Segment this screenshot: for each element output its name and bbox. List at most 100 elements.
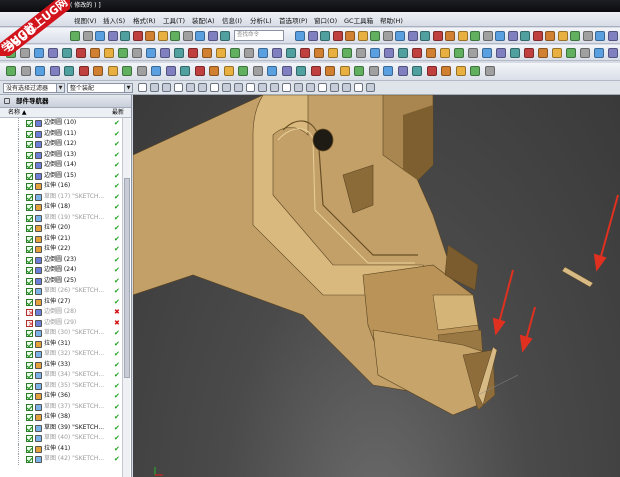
toolbar-button-icon[interactable] [426, 66, 437, 76]
toolbar-button-icon[interactable] [454, 48, 464, 58]
toolbar-button-icon[interactable] [258, 48, 268, 58]
snap-option-icon[interactable] [186, 83, 195, 92]
feature-row[interactable]: 边倒圆 (23) ✔ [0, 254, 122, 265]
feature-row[interactable]: 草图 (34) "SKETCH... ✔ [0, 370, 122, 381]
toolbar-button-icon[interactable] [325, 66, 335, 76]
menu-insert[interactable]: 插入(S) [103, 15, 125, 25]
visibility-checkbox[interactable] [26, 141, 33, 148]
visibility-checkbox[interactable] [26, 330, 33, 337]
toolbar-button-icon[interactable] [76, 48, 86, 58]
feature-row[interactable]: 拉伸 (27) ✔ [0, 296, 122, 307]
feature-row[interactable]: 边倒圆 (25) ✔ [0, 275, 122, 286]
visibility-checkbox[interactable] [26, 351, 33, 358]
menu-gc-toolbox[interactable]: GC工具箱 [344, 15, 373, 25]
toolbar-button-icon[interactable] [507, 31, 518, 41]
snap-option-icon[interactable] [162, 83, 171, 92]
toolbar-button-icon[interactable] [132, 31, 143, 41]
feature-row[interactable]: 草图 (40) "SKETCH... ✔ [0, 433, 122, 444]
visibility-checkbox[interactable] [26, 372, 33, 379]
toolbar-button-icon[interactable] [440, 48, 450, 58]
visibility-checkbox[interactable] [26, 393, 33, 400]
toolbar-button-icon[interactable] [132, 48, 142, 58]
feature-row[interactable]: 草图 (42) "SKETCH... ✔ [0, 454, 122, 465]
visibility-checkbox[interactable] [26, 172, 33, 180]
menu-information[interactable]: 信息(I) [222, 15, 242, 25]
feature-row[interactable]: 边倒圆 (14) ✔ [0, 160, 122, 171]
toolbar-button-icon[interactable] [482, 31, 493, 41]
visibility-checkbox[interactable] [26, 162, 33, 169]
toolbar-button-icon[interactable] [426, 48, 436, 58]
toolbar-button-icon[interactable] [120, 31, 130, 41]
feature-row[interactable]: 草图 (39) "SKETCH... ✔ [0, 422, 122, 433]
toolbar-button-icon[interactable] [495, 31, 505, 41]
toolbar-button-icon[interactable] [6, 66, 16, 76]
menu-help[interactable]: 帮助(H) [380, 15, 403, 25]
toolbar-button-icon[interactable] [272, 48, 282, 58]
toolbar-button-icon[interactable] [136, 66, 147, 76]
visibility-checkbox[interactable] [26, 183, 33, 190]
toolbar-button-icon[interactable] [457, 31, 468, 41]
toolbar-button-icon[interactable] [545, 31, 555, 41]
feature-row[interactable]: 草图 (30) "SKETCH... ✔ [0, 328, 122, 339]
visibility-checkbox[interactable] [26, 256, 33, 264]
toolbar-button-icon[interactable] [307, 31, 318, 41]
toolbar-button-icon[interactable] [356, 48, 366, 58]
visibility-checkbox[interactable] [26, 235, 33, 243]
snap-option-icon[interactable] [318, 83, 327, 92]
selection-filter-select[interactable]: 没有选择过滤器 ▼ [3, 83, 65, 93]
toolbar-button-icon[interactable] [70, 31, 80, 41]
toolbar-button-icon[interactable] [320, 31, 330, 41]
toolbar-button-icon[interactable] [484, 66, 495, 76]
toolbar-button-icon[interactable] [339, 66, 350, 76]
toolbar-button-icon[interactable] [20, 66, 31, 76]
toolbar-button-icon[interactable] [310, 66, 321, 76]
toolbar-button-icon[interactable] [174, 48, 184, 58]
feature-row[interactable]: 边倒圆 (24) ✔ [0, 265, 122, 276]
feature-row[interactable]: 草图 (26) "SKETCH... ✔ [0, 286, 122, 297]
visibility-checkbox[interactable] [26, 414, 33, 421]
toolbar-button-icon[interactable] [470, 31, 480, 41]
toolbar-button-icon[interactable] [368, 66, 379, 76]
toolbar-button-icon[interactable] [220, 31, 230, 41]
menu-view[interactable]: 视图(V) [74, 15, 97, 25]
visibility-checkbox[interactable] [26, 277, 33, 285]
toolbar-button-icon[interactable] [95, 31, 105, 41]
snap-option-icon[interactable] [210, 83, 219, 92]
feature-row[interactable]: 拉伸 (38) ✔ [0, 412, 122, 423]
toolbar-button-icon[interactable] [441, 66, 451, 76]
visibility-checkbox[interactable] [26, 435, 33, 442]
visibility-checkbox[interactable] [26, 403, 33, 411]
snap-option-icon[interactable] [150, 83, 159, 92]
toolbar-button-icon[interactable] [296, 66, 306, 76]
toolbar-button-icon[interactable] [170, 31, 180, 41]
toolbar-button-icon[interactable] [295, 31, 305, 41]
visibility-checkbox[interactable] [26, 382, 33, 390]
toolbar-button-icon[interactable] [395, 31, 405, 41]
toolbar-button-icon[interactable] [510, 48, 520, 58]
menu-window[interactable]: 窗口(O) [314, 15, 337, 25]
snap-option-icon[interactable] [282, 83, 291, 92]
snap-option-icon[interactable] [198, 83, 207, 92]
toolbar-button-icon[interactable] [557, 31, 568, 41]
toolbar-button-icon[interactable] [357, 31, 368, 41]
toolbar-button-icon[interactable] [252, 66, 263, 76]
visibility-checkbox[interactable] [26, 193, 33, 201]
toolbar-button-icon[interactable] [328, 48, 338, 58]
toolbar-button-icon[interactable] [182, 31, 193, 41]
feature-row[interactable]: 草图 (37) "SKETCH... ✔ [0, 401, 122, 412]
toolbar-button-icon[interactable] [607, 31, 618, 41]
snap-option-icon[interactable] [342, 83, 351, 92]
menu-preferences[interactable]: 首选项(P) [279, 15, 308, 25]
toolbar-button-icon[interactable] [160, 48, 170, 58]
toolbar-button-icon[interactable] [104, 48, 114, 58]
visibility-checkbox[interactable] [26, 298, 33, 306]
toolbar-button-icon[interactable] [594, 48, 604, 58]
toolbar-button-icon[interactable] [580, 48, 590, 58]
feature-row[interactable]: 边倒圆 (28) ✖ [0, 307, 122, 318]
feature-row[interactable]: 拉伸 (16) ✔ [0, 181, 122, 192]
toolbar-button-icon[interactable] [195, 31, 205, 41]
visibility-checkbox[interactable] [26, 445, 33, 453]
toolbar-button-icon[interactable] [582, 31, 593, 41]
toolbar-button-icon[interactable] [552, 48, 562, 58]
visibility-checkbox[interactable] [26, 309, 33, 316]
